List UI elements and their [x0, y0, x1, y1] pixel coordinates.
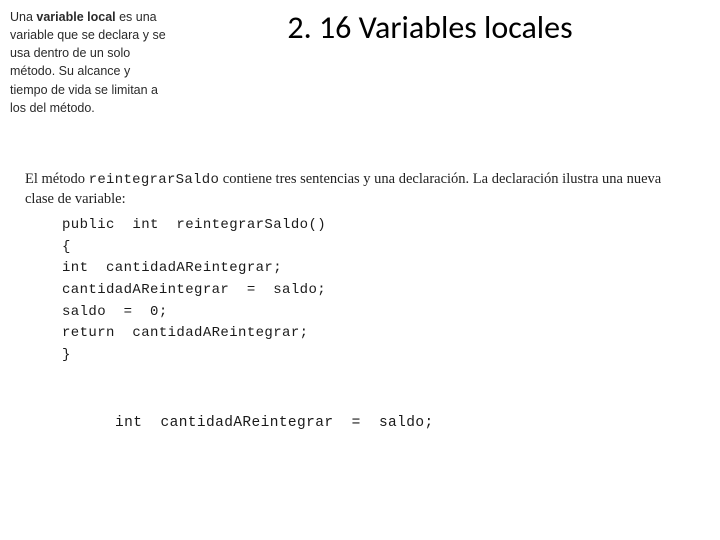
code-line: cantidadAReintegrar = saldo; [62, 282, 326, 298]
code-line: public int reintegrarSaldo() [62, 217, 326, 233]
code-line: } [62, 347, 71, 363]
inline-code: reintegrarSaldo [89, 172, 220, 188]
code-line: int cantidadAReintegrar; [62, 260, 282, 276]
code-line: return cantidadAReintegrar; [62, 325, 308, 341]
section-heading: 2. 16 Variables locales [0, 8, 720, 47]
code-line: { [62, 239, 71, 255]
document-page: Una variable local es una variable que s… [0, 0, 720, 540]
code-line: saldo = 0; [62, 304, 168, 320]
paragraph-text-1: El método [25, 171, 89, 187]
body-paragraph: El método reintegrarSaldo contiene tres … [25, 170, 685, 209]
code-block: public int reintegrarSaldo() { int canti… [62, 215, 326, 367]
code-snippet: int cantidadAReintegrar = saldo; [115, 415, 434, 431]
